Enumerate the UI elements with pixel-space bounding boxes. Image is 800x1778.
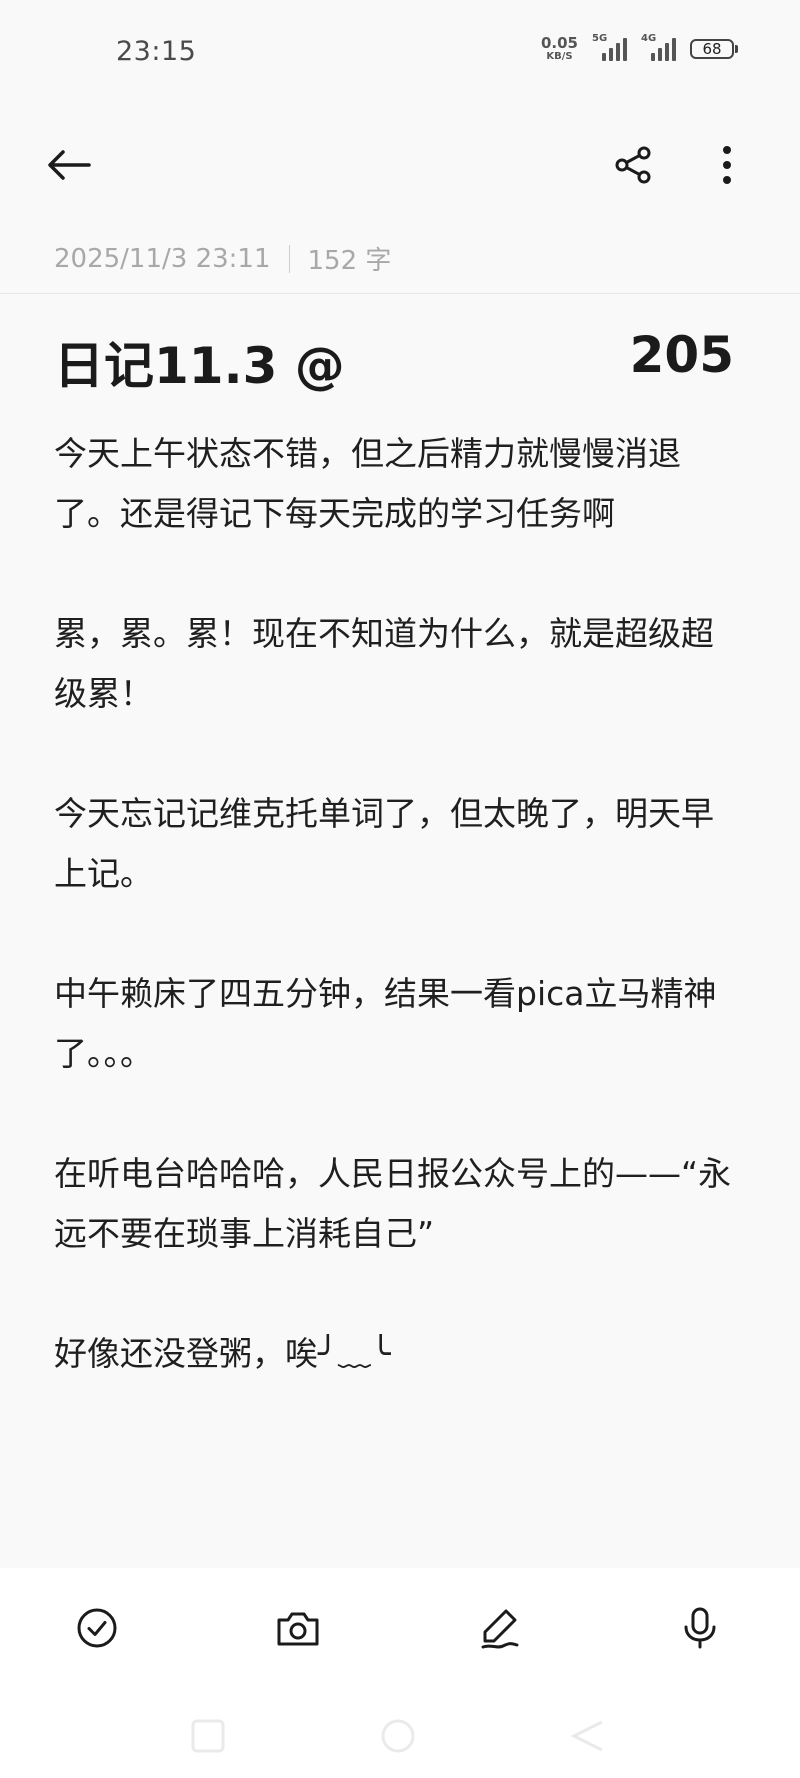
pen-icon[interactable] (470, 1598, 530, 1658)
nav-back-icon[interactable] (570, 1718, 606, 1758)
signal-5g-label: 5G (592, 33, 608, 44)
note-paragraph[interactable]: 今天忘记记维克托单词了，但太晚了，明天早上记。 (54, 784, 744, 904)
note-paragraph[interactable]: 中午赖床了四五分钟，结果一看pica立马精神了。。。 (54, 964, 744, 1084)
meta-divider (288, 244, 290, 273)
status-icons: 0.05 KB/S 5G 4G 68 (541, 33, 738, 62)
signal-4g-icon: 4G (641, 33, 676, 61)
note-meta: 2025/11/3 23:11 152 字 (54, 240, 391, 277)
note-toolbar (0, 130, 800, 200)
word-count: 152 字 (307, 246, 392, 276)
checklist-icon[interactable] (67, 1598, 127, 1658)
note-title[interactable]: 日记11.3 @ (54, 326, 345, 398)
battery-level: 68 (690, 39, 734, 59)
back-arrow-icon[interactable] (44, 140, 94, 190)
status-bar: 23:15 0.05 KB/S 5G 4G 68 (0, 0, 800, 100)
nav-home-icon[interactable] (380, 1718, 416, 1758)
signal-4g-label: 4G (641, 33, 657, 44)
note-title-row[interactable]: 日记11.3 @ 205 (54, 326, 734, 398)
bottom-toolbar (0, 1568, 800, 1778)
note-paragraph[interactable]: 累，累。累！现在不知道为什么，就是超级超级累！ (54, 604, 744, 724)
header-divider (0, 293, 800, 294)
signal-5g-icon: 5G (592, 33, 627, 61)
note-title-number[interactable]: 205 (630, 326, 734, 384)
note-body[interactable]: 今天上午状态不错，但之后精力就慢慢消退了。还是得记下每天完成的学习任务啊 累，累… (54, 424, 744, 1384)
note-date: 2025/11/3 23:11 (54, 243, 271, 274)
microphone-icon[interactable] (670, 1598, 730, 1658)
nav-recents-icon[interactable] (190, 1718, 226, 1758)
status-time: 23:15 (116, 36, 197, 67)
share-icon[interactable] (608, 140, 658, 190)
more-vertical-icon[interactable] (702, 140, 752, 190)
network-speed-unit: KB/S (546, 51, 573, 62)
note-paragraph[interactable]: 在听电台哈哈哈，人民日报公众号上的——“永远不要在琐事上消耗自己” (54, 1144, 744, 1264)
camera-icon[interactable] (268, 1598, 328, 1658)
network-speed: 0.05 KB/S (541, 36, 578, 62)
battery-icon: 68 (690, 39, 738, 59)
note-paragraph[interactable]: 好像还没登粥，唉╯﹏╰ (54, 1324, 744, 1384)
network-speed-value: 0.05 (540, 34, 578, 52)
note-paragraph[interactable]: 今天上午状态不错，但之后精力就慢慢消退了。还是得记下每天完成的学习任务啊 (54, 424, 744, 544)
